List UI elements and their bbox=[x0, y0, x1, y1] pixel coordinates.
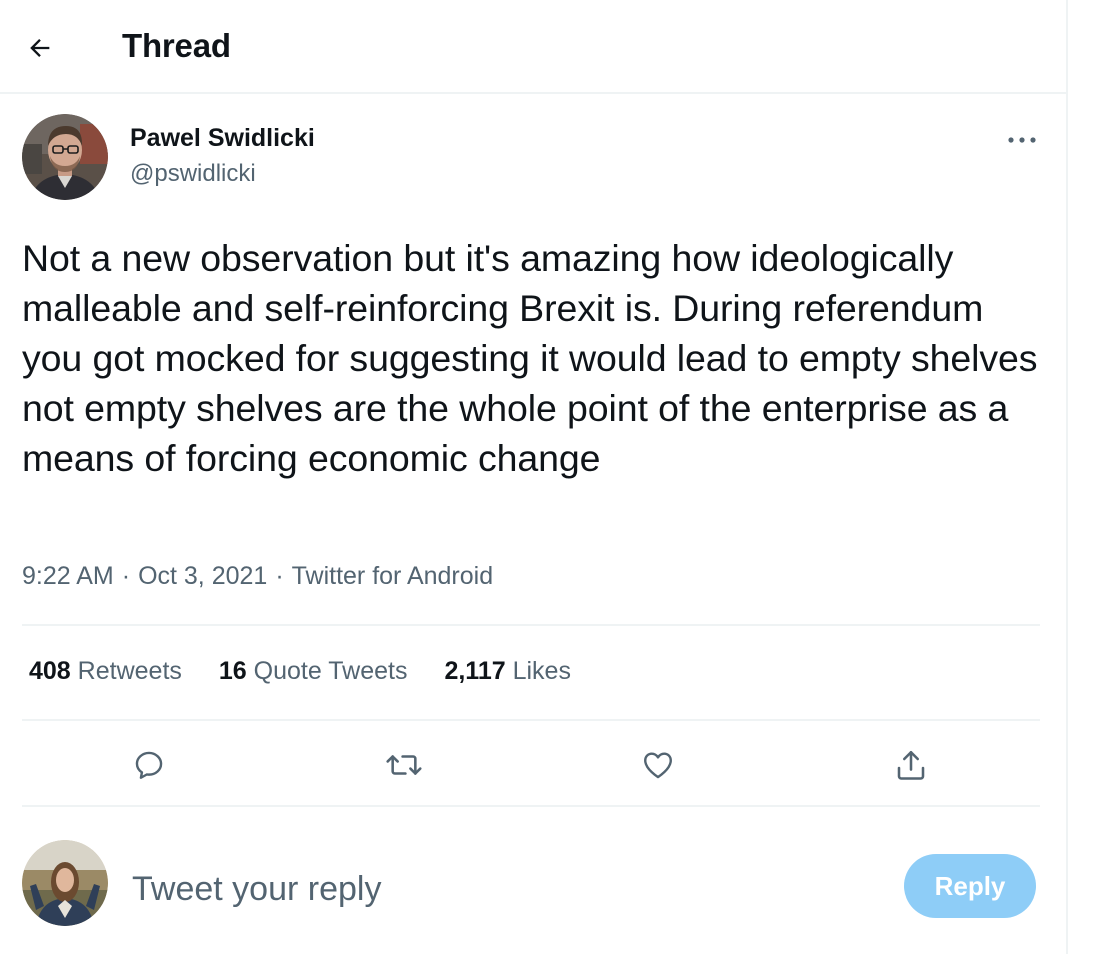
author-name[interactable]: Pawel Swidlicki bbox=[130, 124, 315, 153]
back-button[interactable] bbox=[18, 26, 62, 70]
like-button[interactable] bbox=[633, 740, 683, 790]
tweet-text: Not a new observation but it's amazing h… bbox=[22, 237, 1038, 479]
arrow-left-icon bbox=[30, 39, 50, 57]
user-avatar[interactable] bbox=[22, 840, 108, 926]
reply-input[interactable] bbox=[132, 866, 832, 912]
divider bbox=[22, 624, 1040, 626]
retweets-stat[interactable]: 408 Retweets bbox=[29, 657, 182, 686]
tweet-source[interactable]: Twitter for Android bbox=[292, 562, 493, 591]
thread-header: Thread bbox=[0, 0, 1068, 94]
reply-icon bbox=[135, 751, 163, 779]
tweet-meta: 9:22 AM · Oct 3, 2021 · Twitter for Andr… bbox=[22, 562, 493, 591]
author-handle[interactable]: @pswidlicki bbox=[130, 160, 256, 188]
likes-label: Likes bbox=[512, 657, 571, 685]
like-icon bbox=[644, 752, 672, 779]
tweet-date[interactable]: Oct 3, 2021 bbox=[138, 562, 267, 591]
divider bbox=[22, 719, 1040, 721]
likes-count: 2,117 bbox=[444, 657, 506, 685]
more-horizontal-icon bbox=[1008, 137, 1036, 143]
tweet-stats: 408 Retweets 16 Quote Tweets 2,117 Likes bbox=[29, 657, 608, 686]
divider bbox=[22, 805, 1040, 807]
quote-tweets-count: 16 bbox=[218, 657, 247, 685]
reply-submit-button[interactable]: Reply bbox=[904, 854, 1036, 918]
retweet-icon bbox=[386, 755, 422, 775]
quote-tweets-stat[interactable]: 16 Quote Tweets bbox=[219, 657, 408, 686]
retweets-label: Retweets bbox=[77, 657, 182, 685]
more-options-button[interactable] bbox=[1000, 120, 1044, 160]
page-title: Thread bbox=[122, 27, 231, 64]
retweet-button[interactable] bbox=[379, 740, 429, 790]
tweet-time[interactable]: 9:22 AM bbox=[22, 562, 114, 591]
quote-tweets-label: Quote Tweets bbox=[253, 657, 408, 685]
reply-button[interactable] bbox=[124, 740, 174, 790]
meta-separator: · bbox=[121, 562, 131, 590]
author-avatar[interactable] bbox=[22, 114, 108, 200]
share-icon bbox=[897, 750, 925, 780]
meta-separator: · bbox=[275, 562, 284, 590]
share-button[interactable] bbox=[886, 740, 936, 790]
thread-column: Thread Pawel Swidlicki @pswidlicki Not a… bbox=[0, 0, 1068, 954]
retweets-count: 408 bbox=[29, 657, 71, 685]
likes-stat[interactable]: 2,117 Likes bbox=[444, 657, 571, 686]
